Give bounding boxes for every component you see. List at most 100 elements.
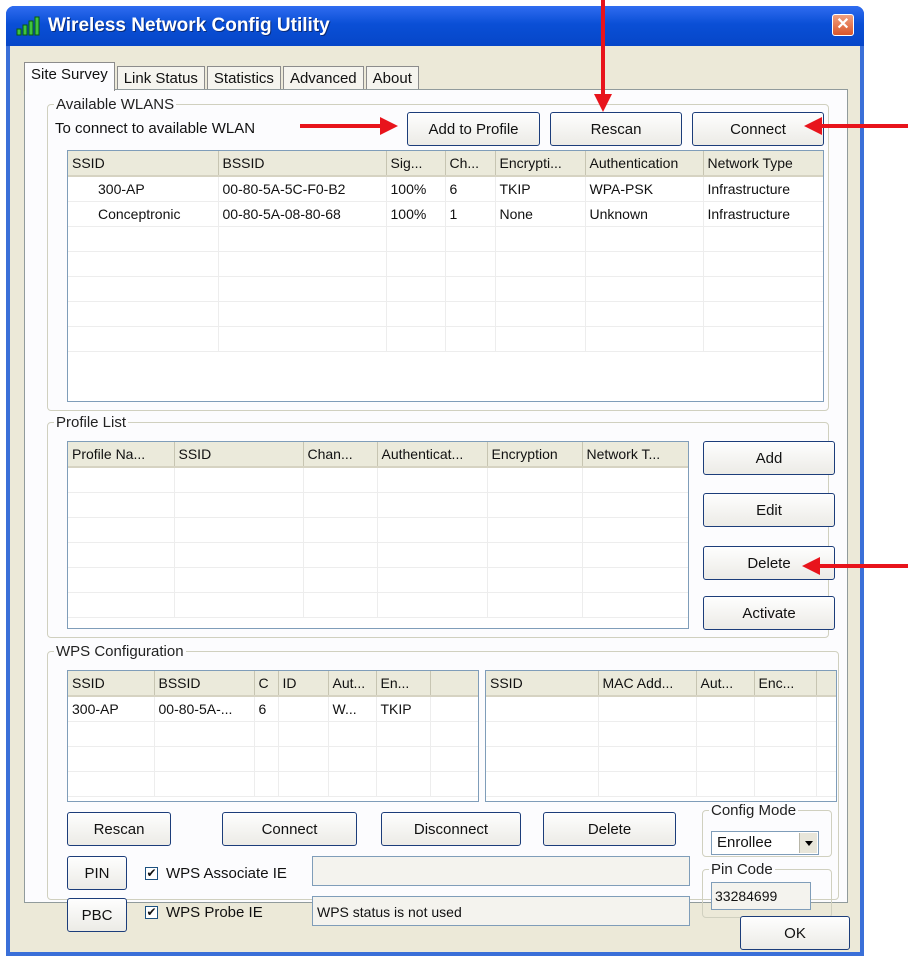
activate-profile-button[interactable]: Activate	[703, 596, 835, 630]
wps-probe-ie-checkbox-row[interactable]: ✔ WPS Probe IE	[145, 904, 263, 921]
column-header-ssid[interactable]: SSID	[68, 671, 155, 697]
tab-site-survey[interactable]: Site Survey	[24, 62, 115, 91]
column-header-encryption[interactable]: En...	[376, 671, 431, 697]
wps-ap-table: SSID BSSID C ID Aut... En... 300-AP 00-8…	[68, 671, 478, 797]
table-header-row: SSID BSSID Sig... Ch... Encrypti... Auth…	[68, 151, 823, 177]
column-header-encryption[interactable]: Enc...	[754, 671, 817, 697]
wps-rescan-button[interactable]: Rescan	[67, 812, 171, 846]
wps-profile-list[interactable]: SSID MAC Add... Aut... Enc...	[485, 670, 837, 802]
wps-associate-ie-checkbox-row[interactable]: ✔ WPS Associate IE	[145, 865, 287, 882]
wps-ap-list[interactable]: SSID BSSID C ID Aut... En... 300-AP 00-8…	[67, 670, 479, 802]
column-header-authentication[interactable]: Aut...	[328, 671, 377, 697]
tab-statistics[interactable]: Statistics	[206, 66, 281, 90]
cell-bssid: 00-80-5A-...	[154, 696, 255, 722]
table-row	[68, 542, 688, 568]
window-title: Wireless Network Config Utility	[48, 15, 330, 36]
column-header-authentication[interactable]: Aut...	[696, 671, 755, 697]
cell-ssid: 300-AP	[68, 176, 219, 202]
cell-ssid: 300-AP	[68, 696, 155, 722]
add-profile-button[interactable]: Add	[703, 441, 835, 475]
table-header-row: Profile Na... SSID Chan... Authenticat..…	[68, 442, 688, 468]
wps-profile-table: SSID MAC Add... Aut... Enc...	[486, 671, 836, 797]
profile-list[interactable]: Profile Na... SSID Chan... Authenticat..…	[67, 441, 689, 629]
table-row	[68, 492, 688, 518]
available-wlan-list[interactable]: SSID BSSID Sig... Ch... Encrypti... Auth…	[67, 150, 824, 402]
table-row	[68, 301, 823, 327]
available-wlan-table: SSID BSSID Sig... Ch... Encrypti... Auth…	[68, 151, 823, 352]
config-mode-select[interactable]: Enrollee	[711, 831, 819, 855]
pin-code-field: 33284699	[711, 882, 811, 910]
table-row	[68, 771, 478, 797]
column-header-network-type[interactable]: Network Type	[703, 151, 823, 177]
cell-signal: 100%	[386, 176, 446, 202]
delete-profile-button[interactable]: Delete	[703, 546, 835, 580]
client-area: Site Survey Link Status Statistics Advan…	[10, 46, 860, 952]
pin-button[interactable]: PIN	[67, 856, 127, 890]
column-header-bssid[interactable]: BSSID	[154, 671, 255, 697]
column-header-channel[interactable]: Ch...	[445, 151, 496, 177]
connect-button[interactable]: Connect	[692, 112, 824, 146]
tab-link-status[interactable]: Link Status	[116, 66, 205, 90]
table-row[interactable]: 300-AP 00-80-5A-... 6 W... TKIP	[68, 696, 478, 722]
column-header-authentication[interactable]: Authenticat...	[377, 442, 488, 468]
cell-network-type: Infrastructure	[703, 201, 823, 227]
cell-encryption: None	[495, 201, 586, 227]
column-header-channel[interactable]: Chan...	[303, 442, 378, 468]
tab-advanced[interactable]: Advanced	[282, 66, 364, 90]
table-row	[486, 771, 836, 797]
edit-profile-button[interactable]: Edit	[703, 493, 835, 527]
wireless-signal-icon	[16, 16, 40, 36]
column-header-signal[interactable]: Sig...	[386, 151, 446, 177]
cell-authentication: W...	[328, 696, 377, 722]
connect-hint: To connect to available WLAN	[55, 120, 256, 137]
table-row[interactable]: Conceptronic 00-80-5A-08-80-68 100% 1 No…	[68, 201, 823, 227]
table-row	[68, 276, 823, 302]
cell-channel: 6	[445, 176, 496, 202]
cell-ssid: Conceptronic	[68, 201, 219, 227]
column-header-id[interactable]: ID	[278, 671, 329, 697]
column-header-ssid[interactable]: SSID	[174, 442, 304, 468]
profile-list-legend: Profile List	[56, 414, 127, 431]
chevron-down-icon	[805, 841, 813, 846]
column-header-ssid[interactable]: SSID	[486, 671, 599, 697]
wps-connect-button[interactable]: Connect	[222, 812, 357, 846]
column-header-network-type[interactable]: Network T...	[582, 442, 688, 468]
close-button[interactable]: ✕	[832, 14, 854, 36]
column-header-blank	[816, 671, 836, 697]
rescan-button[interactable]: Rescan	[550, 112, 682, 146]
close-icon: ✕	[836, 16, 850, 33]
table-row	[68, 251, 823, 277]
table-row	[68, 467, 688, 493]
title-bar[interactable]: Wireless Network Config Utility ✕	[6, 6, 864, 46]
table-row	[486, 721, 836, 747]
table-header-row: SSID BSSID C ID Aut... En...	[68, 671, 478, 697]
wps-associate-ie-checkbox[interactable]: ✔	[145, 867, 158, 880]
config-mode-value: Enrollee	[717, 834, 773, 851]
tab-strip: Site Survey Link Status Statistics Advan…	[24, 62, 421, 91]
cell-authentication: WPA-PSK	[585, 176, 704, 202]
cell-channel: 6	[254, 696, 279, 722]
available-wlans-legend: Available WLANS	[56, 96, 175, 113]
add-to-profile-button[interactable]: Add to Profile	[407, 112, 540, 146]
column-header-channel[interactable]: C	[254, 671, 279, 697]
tab-about[interactable]: About	[365, 66, 419, 90]
table-row	[68, 567, 688, 593]
wps-disconnect-button[interactable]: Disconnect	[381, 812, 521, 846]
table-row	[68, 517, 688, 543]
column-header-profile-name[interactable]: Profile Na...	[68, 442, 175, 468]
column-header-mac-address[interactable]: MAC Add...	[598, 671, 697, 697]
column-header-encryption[interactable]: Encrypti...	[495, 151, 586, 177]
dropdown-arrow-button[interactable]	[799, 833, 817, 853]
cell-bssid: 00-80-5A-08-80-68	[218, 201, 387, 227]
table-row	[486, 746, 836, 772]
wps-delete-button[interactable]: Delete	[543, 812, 676, 846]
table-header-row: SSID MAC Add... Aut... Enc...	[486, 671, 836, 697]
column-header-ssid[interactable]: SSID	[68, 151, 219, 177]
column-header-authentication[interactable]: Authentication	[585, 151, 704, 177]
wps-probe-ie-checkbox[interactable]: ✔	[145, 906, 158, 919]
column-header-encryption[interactable]: Encryption	[487, 442, 583, 468]
column-header-bssid[interactable]: BSSID	[218, 151, 387, 177]
ok-button[interactable]: OK	[740, 916, 850, 950]
table-row[interactable]: 300-AP 00-80-5A-5C-F0-B2 100% 6 TKIP WPA…	[68, 176, 823, 202]
pbc-button[interactable]: PBC	[67, 898, 127, 932]
